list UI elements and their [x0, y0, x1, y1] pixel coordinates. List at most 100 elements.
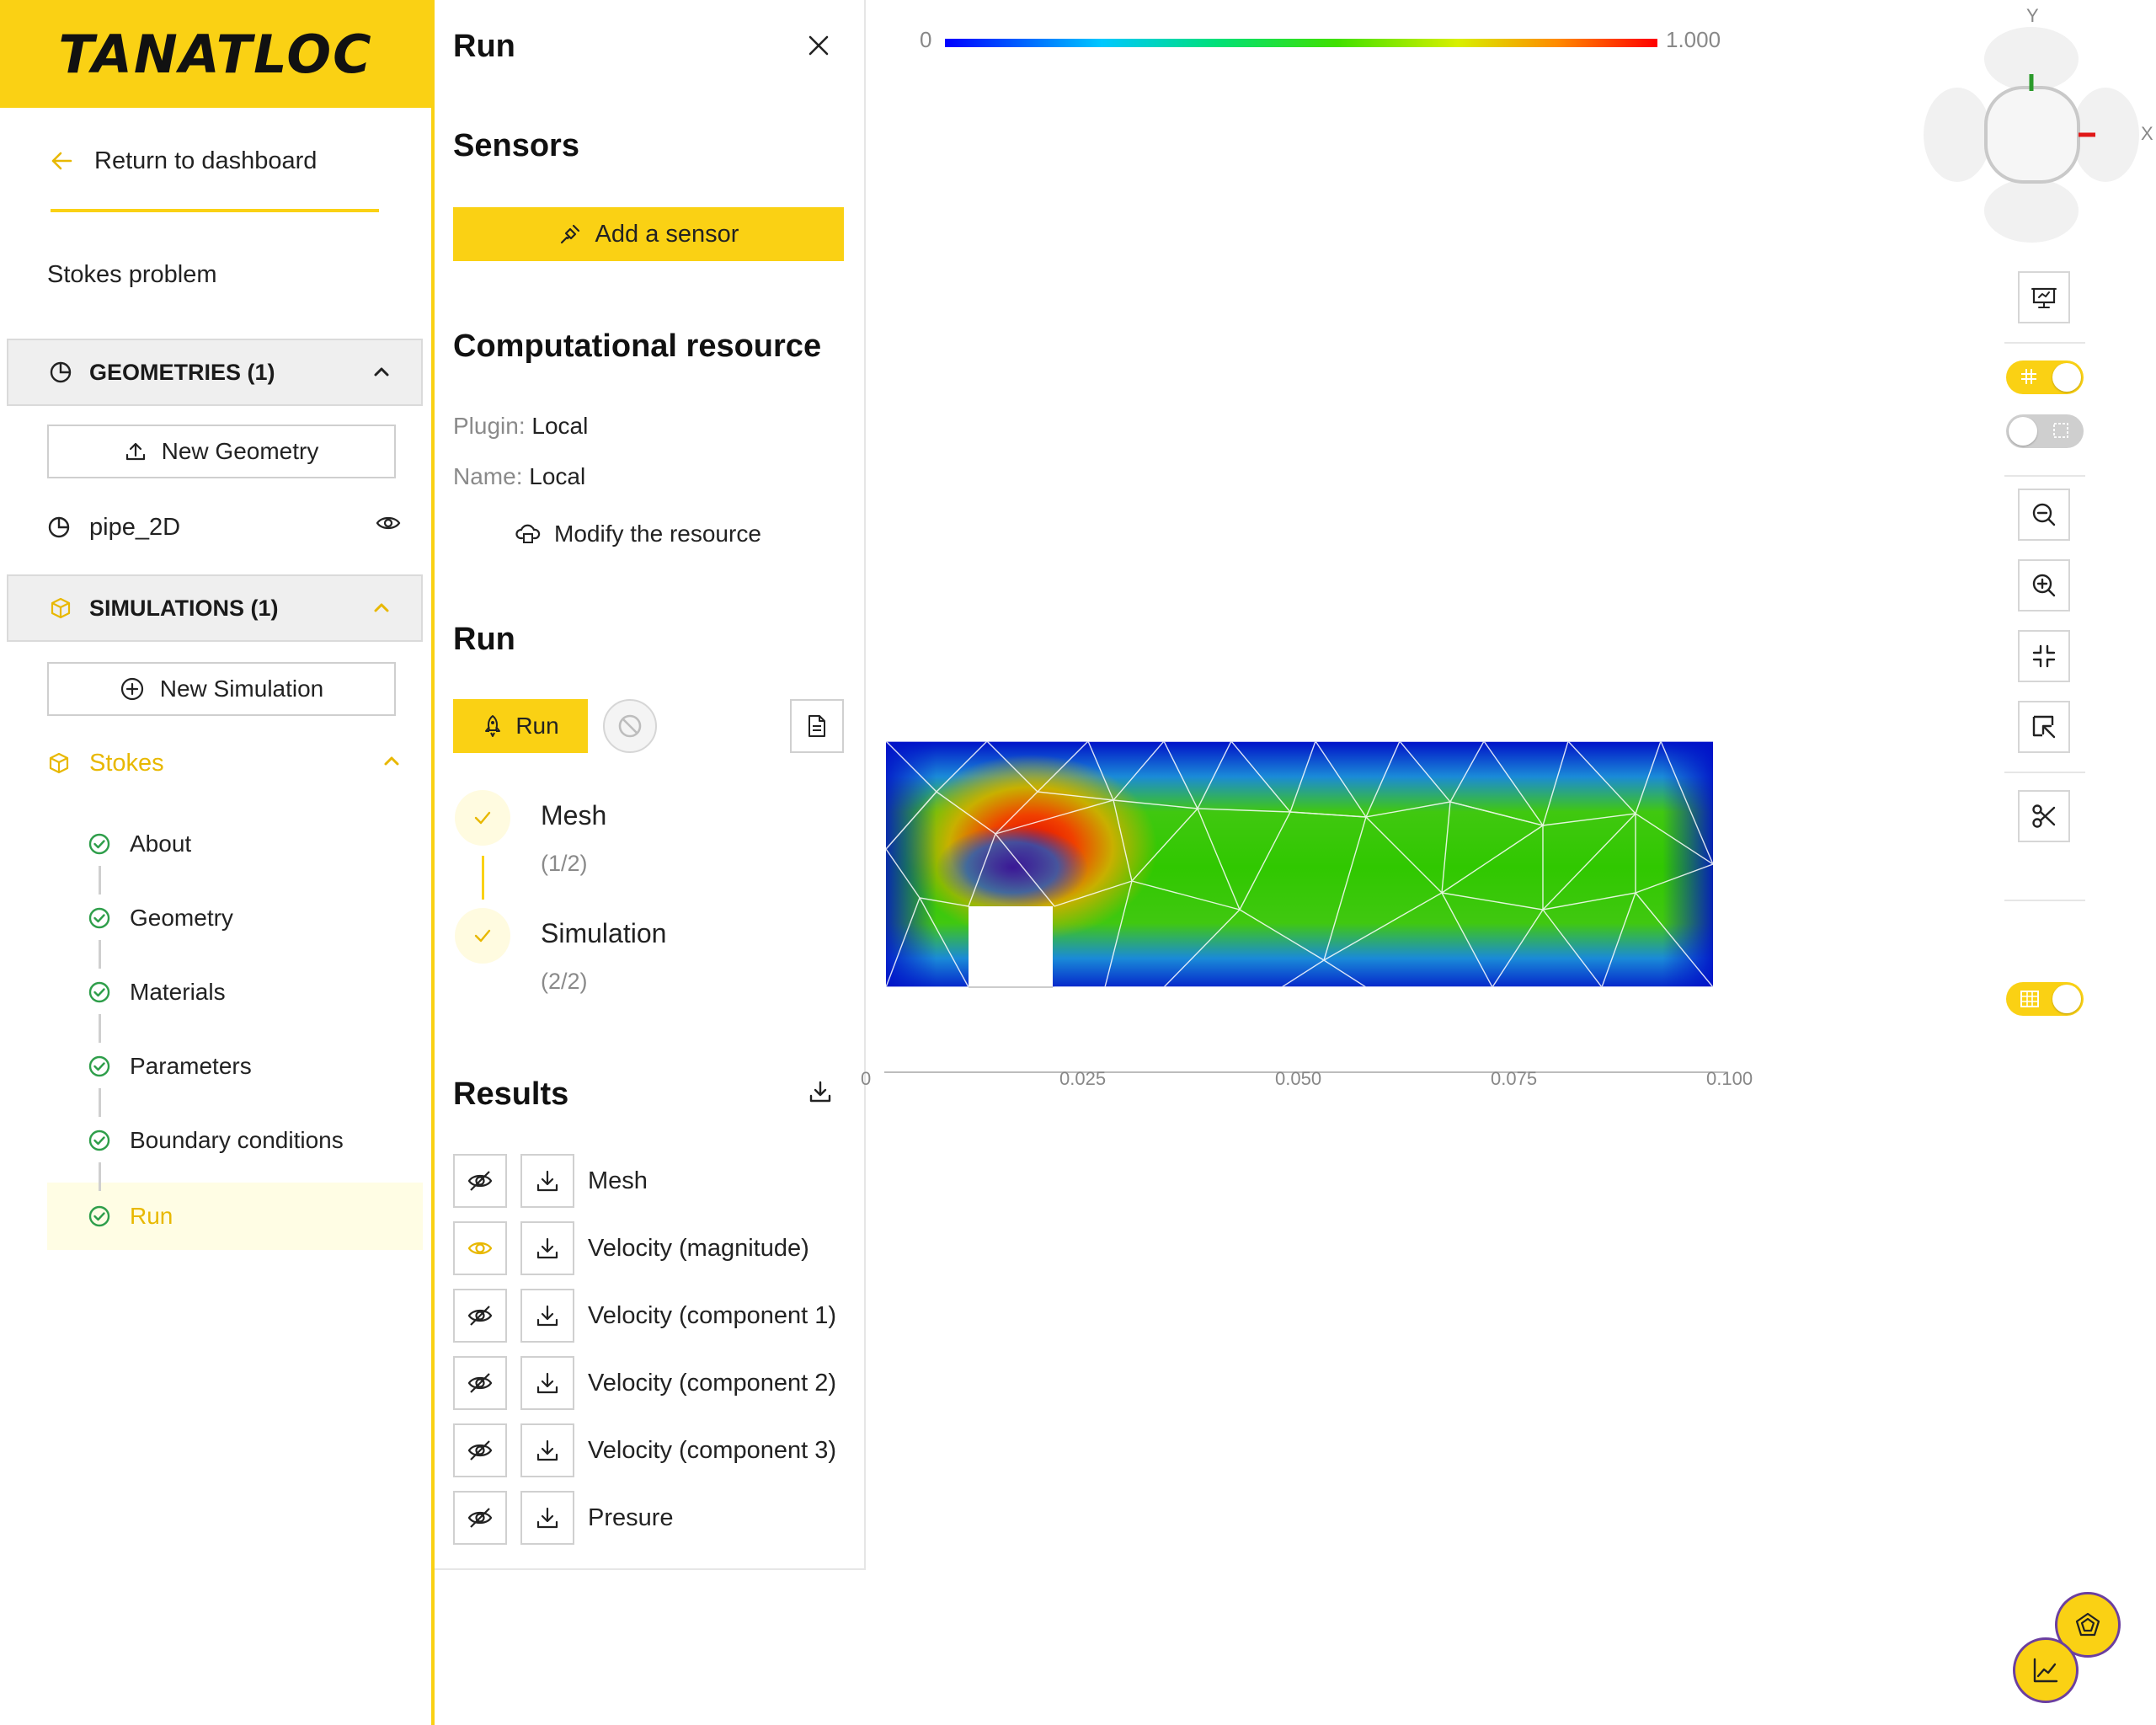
- chevron-up-icon[interactable]: [382, 751, 401, 770]
- step-materials[interactable]: Materials: [88, 975, 226, 1009]
- download-icon: [536, 1304, 559, 1327]
- visibility-toggle-button[interactable]: [453, 1289, 507, 1343]
- check-circle-icon: [88, 832, 111, 856]
- toggle-knob: [2009, 417, 2037, 446]
- download-button[interactable]: [520, 1491, 574, 1545]
- result-row-mesh: Mesh: [453, 1154, 849, 1208]
- dimensions-toggle[interactable]: [2006, 414, 2084, 448]
- check-circle-icon: [88, 1204, 111, 1228]
- step-boundary-conditions[interactable]: Boundary conditions: [88, 1124, 344, 1157]
- navigation-cube[interactable]: Y X: [1919, 0, 2154, 253]
- colorbar-max-label: 1.000: [1666, 27, 1721, 52]
- step-label: Parameters: [130, 1053, 252, 1079]
- grid-toggle[interactable]: [2006, 360, 2084, 394]
- download-icon: [536, 1439, 559, 1462]
- run-button[interactable]: Run: [453, 699, 588, 753]
- step-run[interactable]: Run: [88, 1199, 173, 1233]
- close-icon[interactable]: [807, 34, 830, 57]
- visibility-toggle-button[interactable]: [453, 1491, 507, 1545]
- download-button[interactable]: [520, 1154, 574, 1208]
- task-connector: [482, 856, 484, 900]
- result-row-velocity-component-3: Velocity (component 3): [453, 1423, 849, 1477]
- step-label: About: [130, 830, 192, 857]
- eye-off-icon: [467, 1506, 494, 1530]
- download-all-icon[interactable]: [808, 1080, 832, 1103]
- plus-circle-icon: [120, 676, 145, 702]
- sensors-title: Sensors: [453, 128, 579, 163]
- task-simulation-progress: (2/2): [541, 969, 588, 994]
- modify-resource-label: Modify the resource: [554, 521, 761, 547]
- axis-tick-label: 0.100: [1706, 1068, 1753, 1089]
- visibility-toggle-button[interactable]: [453, 1423, 507, 1477]
- section-cut-button[interactable]: [2018, 790, 2070, 842]
- step-geometry[interactable]: Geometry: [88, 901, 233, 935]
- simulations-section-header[interactable]: SIMULATIONS (1): [7, 574, 423, 642]
- download-button[interactable]: [520, 1423, 574, 1477]
- task-simulation-label: Simulation: [541, 918, 667, 948]
- visibility-toggle-button[interactable]: [453, 1356, 507, 1410]
- zoom-out-button[interactable]: [2018, 489, 2070, 541]
- result-label: Velocity (component 2): [588, 1369, 836, 1397]
- step-connector: [99, 1014, 101, 1043]
- step-label: Geometry: [130, 905, 233, 931]
- visibility-toggle-button[interactable]: [453, 1221, 507, 1275]
- chevron-up-icon[interactable]: [372, 362, 391, 381]
- fit-view-button[interactable]: [2018, 630, 2070, 682]
- chart-fab[interactable]: [2013, 1637, 2079, 1703]
- download-icon: [536, 1169, 559, 1193]
- x-axis-label: X: [2141, 123, 2153, 144]
- pie-chart-icon: [47, 515, 71, 539]
- download-button[interactable]: [520, 1356, 574, 1410]
- result-row-velocity-component-1: Velocity (component 1): [453, 1289, 849, 1343]
- visibility-toggle-button[interactable]: [453, 1154, 507, 1208]
- download-button[interactable]: [520, 1289, 574, 1343]
- upload-icon: [125, 441, 147, 462]
- resource-title: Computational resource: [453, 328, 822, 364]
- add-sensor-button[interactable]: Add a sensor: [453, 207, 844, 261]
- plugin-value: Local: [531, 413, 589, 439]
- chevron-up-icon[interactable]: [372, 598, 391, 617]
- new-simulation-button[interactable]: New Simulation: [47, 662, 396, 716]
- colorbar-min-label: 0: [920, 27, 932, 52]
- geometries-section-header[interactable]: GEOMETRIES (1): [7, 339, 423, 406]
- return-to-dashboard-link[interactable]: Return to dashboard: [51, 140, 317, 182]
- cloud-server-icon: [515, 523, 541, 545]
- table-toggle[interactable]: [2006, 982, 2084, 1016]
- logo[interactable]: TANATLOC: [0, 0, 431, 108]
- eye-icon[interactable]: [376, 514, 401, 532]
- geometry-item-pipe-2d[interactable]: pipe_2D: [47, 509, 401, 546]
- run-title: Run: [453, 622, 515, 657]
- project-name: Stokes problem: [47, 261, 217, 288]
- logo-text: TANATLOC: [58, 23, 373, 85]
- toolbar-divider: [2004, 772, 2085, 773]
- step-connector: [99, 1162, 101, 1191]
- select-area-icon: [2031, 713, 2057, 740]
- modify-resource-button[interactable]: Modify the resource: [515, 521, 761, 547]
- eye-off-icon: [467, 1371, 494, 1395]
- screenshot-button[interactable]: [2018, 271, 2070, 323]
- stop-button[interactable]: [603, 699, 657, 753]
- rocket-icon: [482, 714, 504, 738]
- eye-off-icon: [467, 1439, 494, 1462]
- run-panel: Run Sensors Add a sensor Computational r…: [435, 0, 866, 1570]
- simulation-item-stokes[interactable]: Stokes: [47, 745, 401, 782]
- download-button[interactable]: [520, 1221, 574, 1275]
- step-parameters[interactable]: Parameters: [88, 1049, 252, 1083]
- zoom-in-button[interactable]: [2018, 559, 2070, 611]
- table-icon: [2020, 990, 2040, 1008]
- task-simulation-status: [455, 908, 510, 964]
- sidebar: TANATLOC Return to dashboard Stokes prob…: [0, 0, 431, 1725]
- simulation-item-label: Stokes: [89, 749, 164, 777]
- toolbar-divider: [2004, 475, 2085, 477]
- cube-icon: [47, 751, 71, 775]
- axis-tick-label: 0.025: [1059, 1068, 1107, 1089]
- step-about[interactable]: About: [88, 827, 191, 861]
- log-button[interactable]: [790, 699, 844, 753]
- axis-tick-label: 0.075: [1491, 1068, 1538, 1089]
- toggle-knob: [2052, 363, 2081, 392]
- axis-tick-label: 0.050: [1275, 1068, 1322, 1089]
- colorbar: [945, 39, 1657, 47]
- new-geometry-button[interactable]: New Geometry: [47, 425, 396, 478]
- select-area-button[interactable]: [2018, 701, 2070, 753]
- result-row-velocity-magnitude: Velocity (magnitude): [453, 1221, 849, 1275]
